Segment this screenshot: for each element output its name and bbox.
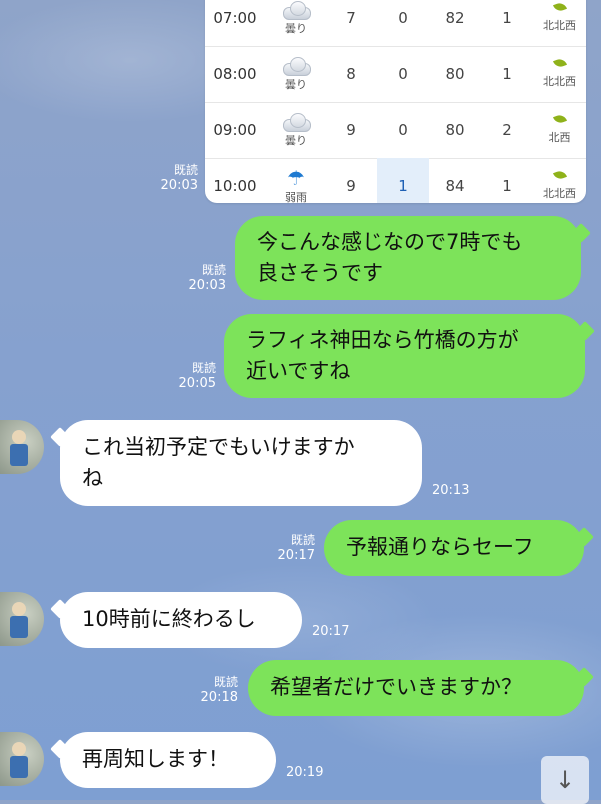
weather-row: 10:00 ☂ 弱雨 9 1 84 1 北北西 (205, 158, 586, 203)
message-line: ね (82, 466, 103, 490)
sent-message-bubble[interactable]: 今こんな感じなので7時でも 良さそうです (235, 216, 581, 300)
sent-message-bubble[interactable]: 予報通りならセーフ (324, 520, 584, 576)
weather-temp: 7 (346, 9, 356, 27)
message-time: 20:18 (200, 690, 238, 705)
message-line: 希望者だけでいきますか？ (270, 675, 522, 699)
weather-time: 09:00 (213, 121, 257, 139)
weather-direction: 北北西 (543, 187, 576, 200)
read-receipt: 既読 20:03 (168, 262, 226, 294)
sent-message-bubble[interactable]: 希望者だけでいきますか？ (248, 660, 584, 716)
weather-row: 08:00 曇り 8 0 80 1 北北西 (205, 46, 586, 103)
weather-direction: 北北西 (543, 75, 576, 88)
read-label: 既読 (173, 163, 198, 177)
arrow-down-icon: ↓ (554, 766, 576, 794)
message-line: 今こんな感じなので7時でも (257, 230, 523, 254)
read-receipt: 既読 20:05 (158, 360, 216, 392)
weather-humidity: 80 (445, 121, 465, 139)
message-time: 20:17 (277, 548, 315, 563)
weather-temp: 9 (346, 121, 356, 139)
weather-time: 07:00 (213, 9, 257, 27)
wind-direction-icon (552, 113, 567, 125)
weather-row: 09:00 曇り 9 0 80 2 北西 (205, 102, 586, 159)
wind-direction-icon (552, 169, 567, 181)
message-time: 20:19 (286, 765, 324, 780)
sent-message-bubble[interactable]: ラフィネ神田なら竹橋の方が 近いですね (224, 314, 585, 398)
wind-direction-icon (552, 1, 567, 13)
weather-condition: 曇り (285, 77, 307, 91)
read-receipt: 既読 20:03 (140, 162, 198, 194)
message-time: 20:03 (160, 178, 198, 193)
message-time: 20:05 (178, 376, 216, 391)
weather-rain: 0 (398, 65, 408, 83)
message-line: 10時前に終わるし (82, 607, 256, 631)
weather-forecast-image[interactable]: 07:00 曇り 7 0 82 1 北北西 08:00 曇り 8 0 80 1 … (205, 0, 586, 203)
cloud-icon (281, 112, 311, 132)
received-message-bubble[interactable]: 再周知します！ (60, 732, 276, 788)
weather-wind: 1 (502, 9, 512, 27)
weather-humidity: 82 (445, 9, 465, 27)
message-time: 20:17 (312, 624, 350, 639)
message-line: ラフィネ神田なら竹橋の方が (246, 328, 519, 352)
weather-direction: 北北西 (543, 19, 576, 32)
wind-direction-icon (552, 57, 567, 69)
weather-direction: 北西 (548, 131, 571, 144)
weather-humidity: 84 (445, 177, 465, 195)
message-time: 20:13 (432, 483, 470, 498)
cloud-icon (281, 56, 311, 76)
weather-wind: 1 (502, 65, 512, 83)
read-label: 既読 (191, 361, 216, 375)
weather-rain: 0 (398, 9, 408, 27)
message-line: 予報通りならセーフ (346, 535, 534, 559)
message-line: 近いですね (246, 359, 351, 383)
message-line: これ当初予定でもいけますか (82, 435, 355, 459)
weather-condition: 弱雨 (285, 190, 307, 204)
read-label: 既読 (213, 675, 238, 689)
weather-wind: 2 (502, 121, 512, 139)
cloud-icon (281, 0, 311, 20)
weather-temp: 8 (346, 65, 356, 83)
read-receipt: 既読 20:18 (180, 674, 238, 706)
received-message-bubble[interactable]: 10時前に終わるし (60, 592, 302, 648)
weather-time: 10:00 (213, 177, 257, 195)
umbrella-icon: ☂ (287, 165, 305, 190)
weather-humidity: 80 (445, 65, 465, 83)
scroll-to-bottom-button[interactable]: ↓ (541, 756, 589, 804)
read-label: 既読 (201, 263, 226, 277)
read-receipt: 既読 20:17 (257, 532, 315, 564)
weather-rain: 0 (398, 121, 408, 139)
message-line: 再周知します！ (82, 747, 229, 771)
weather-condition: 曇り (285, 21, 307, 35)
read-label: 既読 (290, 533, 315, 547)
weather-time: 08:00 (213, 65, 257, 83)
weather-row: 07:00 曇り 7 0 82 1 北北西 (205, 0, 586, 47)
weather-condition: 曇り (285, 133, 307, 147)
weather-temp: 9 (346, 177, 356, 195)
weather-wind: 1 (502, 177, 512, 195)
message-time: 20:03 (188, 278, 226, 293)
weather-rain: 1 (377, 158, 429, 203)
received-message-bubble[interactable]: これ当初予定でもいけますか ね (60, 420, 422, 506)
message-line: 良さそうです (257, 261, 383, 285)
